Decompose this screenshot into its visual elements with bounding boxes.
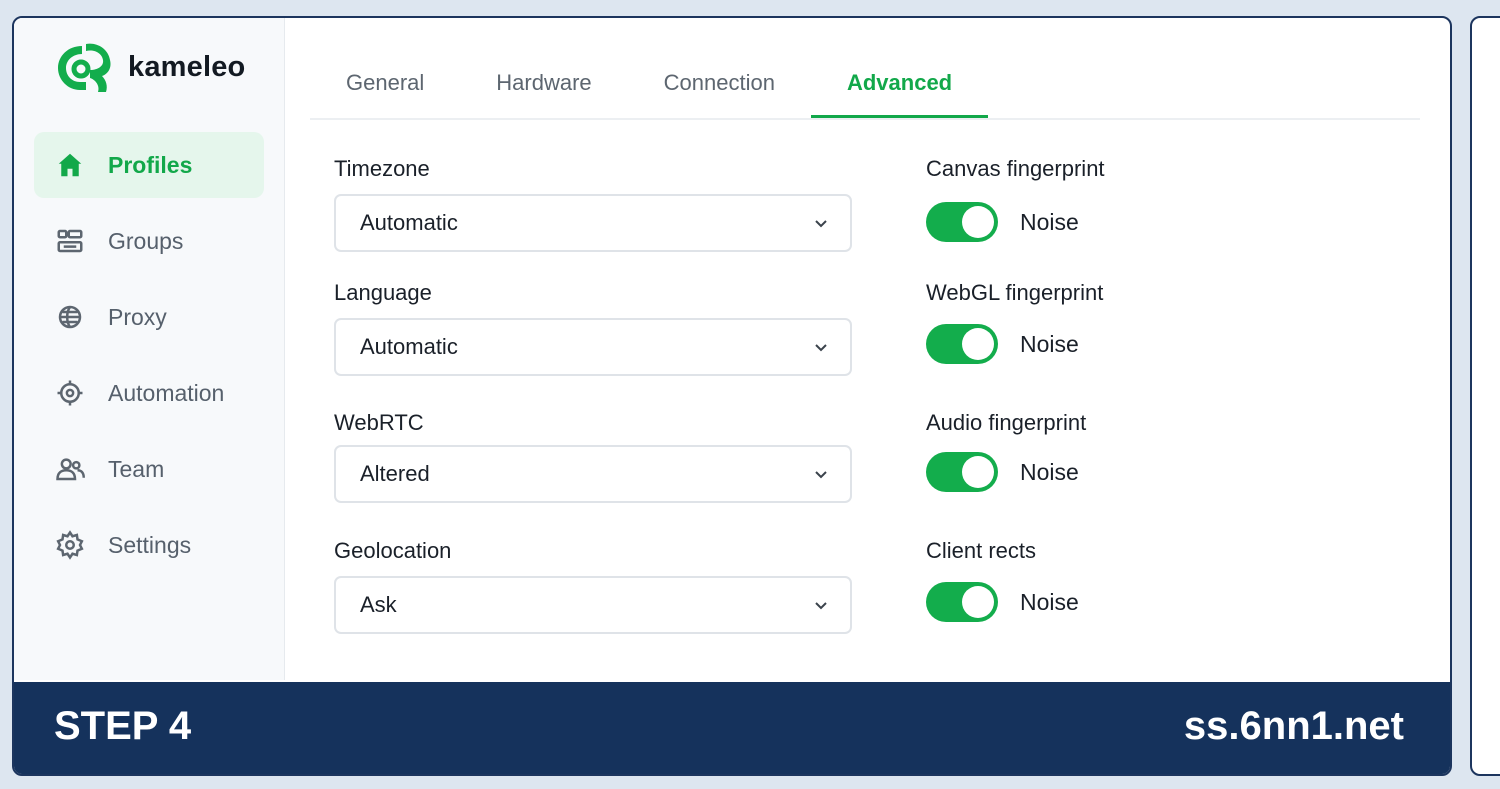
- language-select[interactable]: Automatic: [334, 318, 852, 376]
- sidebar-item-label: Team: [108, 455, 165, 482]
- canvas-fingerprint-toggle[interactable]: [926, 202, 998, 242]
- home-icon: [54, 149, 86, 181]
- sidebar-nav: Profiles Groups Proxy Automation Team Se…: [34, 132, 264, 588]
- webgl-fingerprint-row: Noise: [926, 324, 1079, 364]
- audio-fingerprint-toggle[interactable]: [926, 452, 998, 492]
- audio-fingerprint-state: Noise: [1020, 458, 1079, 485]
- geolocation-value: Ask: [360, 592, 397, 617]
- sidebar-item-groups[interactable]: Groups: [34, 208, 264, 274]
- step-label: STEP 4: [54, 704, 192, 748]
- tab-hardware[interactable]: Hardware: [460, 58, 627, 116]
- step-banner: STEP 4 ss.6nn1.net: [14, 682, 1450, 774]
- sidebar-item-label: Profiles: [108, 151, 193, 178]
- tab-advanced[interactable]: Advanced: [810, 58, 989, 118]
- sidebar-item-profiles[interactable]: Profiles: [34, 132, 264, 198]
- team-icon: [54, 453, 86, 485]
- brand-logo[interactable]: kameleo: [52, 38, 245, 96]
- sidebar-item-automation[interactable]: Automation: [34, 360, 264, 426]
- tab-connection[interactable]: Connection: [628, 58, 811, 116]
- groups-icon: [54, 225, 86, 257]
- audio-fingerprint-row: Noise: [926, 452, 1079, 492]
- chevron-down-icon: [815, 471, 827, 479]
- audio-fingerprint-label: Audio fingerprint: [926, 410, 1087, 435]
- client-rects-label: Client rects: [926, 538, 1037, 563]
- settings-tabs: General Hardware Connection Advanced: [310, 58, 1420, 120]
- gear-icon: [54, 529, 86, 561]
- automation-icon: [54, 377, 86, 409]
- language-value: Automatic: [360, 334, 458, 359]
- sidebar: kameleo Profiles Groups Proxy Automation…: [14, 18, 285, 680]
- brand-name: kameleo: [128, 50, 246, 83]
- canvas-fingerprint-row: Noise: [926, 202, 1079, 242]
- chevron-down-icon: [815, 344, 827, 352]
- tab-general[interactable]: General: [310, 58, 460, 116]
- client-rects-state: Noise: [1020, 588, 1079, 615]
- sidebar-item-label: Groups: [108, 227, 184, 254]
- geolocation-label: Geolocation: [334, 538, 452, 563]
- canvas-fingerprint-label: Canvas fingerprint: [926, 156, 1105, 181]
- webrtc-select[interactable]: Altered: [334, 445, 852, 503]
- timezone-value: Automatic: [360, 210, 458, 235]
- site-watermark: ss.6nn1.net: [1183, 704, 1404, 748]
- webgl-fingerprint-label: WebGL fingerprint: [926, 280, 1104, 305]
- chevron-down-icon: [815, 602, 827, 610]
- webrtc-value: Altered: [360, 461, 430, 486]
- language-label: Language: [334, 280, 432, 305]
- sidebar-item-label: Proxy: [108, 303, 167, 330]
- sidebar-item-settings[interactable]: Settings: [34, 512, 264, 578]
- client-rects-row: Noise: [926, 582, 1079, 622]
- sidebar-item-proxy[interactable]: Proxy: [34, 284, 264, 350]
- client-rects-toggle[interactable]: [926, 582, 998, 622]
- sidebar-item-label: Automation: [108, 379, 225, 406]
- adjacent-window-edge: [1470, 16, 1500, 776]
- webrtc-label: WebRTC: [334, 410, 424, 435]
- sidebar-item-label: Settings: [108, 531, 192, 558]
- timezone-select[interactable]: Automatic: [334, 194, 852, 252]
- webgl-fingerprint-state: Noise: [1020, 330, 1079, 357]
- globe-icon: [54, 301, 86, 333]
- chevron-down-icon: [815, 220, 827, 228]
- canvas-fingerprint-state: Noise: [1020, 208, 1079, 235]
- webgl-fingerprint-toggle[interactable]: [926, 324, 998, 364]
- kameleo-logo-icon: [58, 43, 111, 92]
- geolocation-select[interactable]: Ask: [334, 576, 852, 634]
- sidebar-item-team[interactable]: Team: [34, 436, 264, 502]
- app-window: kameleo Profiles Groups Proxy Automation…: [12, 16, 1452, 776]
- timezone-label: Timezone: [334, 156, 430, 181]
